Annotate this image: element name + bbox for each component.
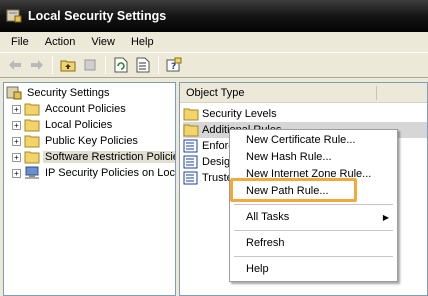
folder-icon (24, 135, 40, 148)
expand-icon[interactable]: + (12, 104, 21, 114)
menu-file[interactable]: File (3, 36, 37, 48)
export-list-icon[interactable] (134, 56, 152, 74)
expand-icon[interactable]: + (12, 136, 21, 146)
tree-item-label: Public Key Policies (45, 135, 138, 147)
policy-icon (183, 155, 198, 169)
toolbar-separator (52, 56, 53, 74)
toolbar-separator (158, 56, 159, 74)
menu-action[interactable]: Action (37, 36, 84, 48)
expand-icon[interactable]: + (12, 120, 21, 130)
tree-root[interactable]: Security Settings (6, 85, 112, 101)
up-folder-icon[interactable] (59, 56, 77, 74)
folder-icon (24, 151, 40, 164)
policy-icon (183, 139, 198, 153)
folder-icon (183, 124, 199, 137)
submenu-arrow-icon: ▶ (382, 213, 389, 222)
context-menu: New Certificate Rule... New Hash Rule...… (229, 129, 398, 282)
toolbar: ? (0, 52, 428, 78)
folder-icon (183, 108, 199, 121)
column-header-object-type[interactable]: Object Type (180, 83, 427, 103)
tree-item-account-policies[interactable]: + Account Policies (12, 101, 128, 117)
menu-view[interactable]: View (83, 36, 123, 48)
ip-security-icon (25, 166, 39, 179)
menu-help[interactable]: Help (123, 36, 162, 48)
tree-item-label: IP Security Policies on Local Computer (45, 167, 176, 179)
delete-icon[interactable] (81, 56, 99, 74)
menu-item-new-hash-rule[interactable]: New Hash Rule... (246, 151, 332, 163)
menu-separator (234, 230, 393, 231)
folder-icon (24, 103, 40, 116)
expand-icon[interactable]: + (12, 152, 21, 162)
forward-icon[interactable] (28, 56, 46, 74)
highlight-box (230, 178, 357, 202)
tree-pane: Security Settings + Account Policies + L… (3, 82, 176, 296)
tree-root-label: Security Settings (27, 87, 110, 99)
menu-separator (234, 256, 393, 257)
column-divider[interactable] (376, 86, 377, 100)
menu-separator (234, 204, 393, 205)
policy-icon (183, 171, 198, 185)
toolbar-separator (105, 56, 106, 74)
tree-item-local-policies[interactable]: + Local Policies (12, 117, 114, 133)
menu-item-new-certificate-rule[interactable]: New Certificate Rule... (246, 134, 355, 146)
window-title: Local Security Settings (28, 9, 167, 23)
column-header-label: Object Type (186, 86, 245, 99)
tree-item-ip-security-policies[interactable]: + IP Security Policies on Local Computer (12, 165, 176, 181)
menu-item-help[interactable]: Help (246, 263, 269, 275)
refresh-icon[interactable] (112, 56, 130, 74)
tree-item-label: Local Policies (45, 119, 113, 131)
tree-item-label: Account Policies (45, 103, 126, 115)
tree-item-software-restriction-policies[interactable]: + Software Restriction Policies (12, 149, 175, 165)
folder-icon (24, 119, 40, 132)
menu-bar: File Action View Help (0, 32, 428, 52)
menu-item-all-tasks[interactable]: All Tasks (246, 211, 289, 223)
list-item-label: Security Levels (202, 108, 277, 120)
tree-item-label: Software Restriction Policies (43, 151, 175, 163)
back-icon[interactable] (6, 56, 24, 74)
security-settings-icon (6, 86, 22, 100)
expand-icon[interactable]: + (12, 168, 21, 178)
security-settings-icon (6, 9, 22, 23)
tree-item-public-key-policies[interactable]: + Public Key Policies (12, 133, 140, 149)
menu-item-refresh[interactable]: Refresh (246, 237, 285, 249)
title-bar: Local Security Settings (0, 0, 428, 32)
list-item-security-levels[interactable]: Security Levels (183, 106, 277, 122)
help-icon[interactable]: ? (165, 56, 183, 74)
